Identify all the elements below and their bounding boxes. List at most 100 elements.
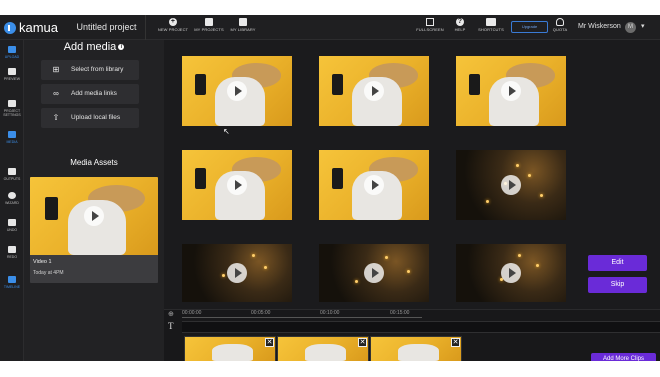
fullscreen-button[interactable]: FULLSCREEN	[416, 18, 444, 38]
cloud-icon	[556, 18, 564, 26]
timeline-clip[interactable]: ✕	[370, 336, 462, 361]
rail-label-upload: UPLOAD	[4, 55, 20, 59]
fullscreen-icon	[426, 18, 434, 26]
help-button[interactable]: ? HELP	[451, 18, 469, 38]
close-icon[interactable]: ✕	[265, 338, 274, 347]
video-tile[interactable]	[182, 56, 292, 126]
video-camera-icon	[8, 168, 16, 175]
tick-label: 00:10:00	[320, 310, 340, 316]
text-track-icon[interactable]: T	[168, 321, 174, 331]
add-media-links-label: Add media links	[71, 90, 117, 97]
add-media-links-button[interactable]: ∞ Add media links	[41, 84, 139, 104]
tick-label: 00:15:00	[390, 310, 410, 316]
rail-item-project-settings[interactable]: PROJECT SETTINGS	[0, 100, 24, 117]
rail-item-upload[interactable]: UPLOAD	[0, 46, 24, 59]
video-tile[interactable]	[456, 56, 566, 126]
asset-date: Today at 4PM	[33, 270, 64, 276]
video-tile[interactable]	[456, 244, 566, 302]
media-asset-card[interactable]: Video 1 Today at 4PM	[30, 177, 158, 283]
play-icon[interactable]	[501, 175, 521, 195]
add-more-clips-button[interactable]: Add More Clips	[591, 353, 656, 361]
rail-item-undo[interactable]: UNDO	[0, 219, 24, 232]
video-tile[interactable]	[319, 56, 429, 126]
new-project-button[interactable]: + NEW PROJECT	[157, 18, 189, 38]
upload-local-files-label: Upload local files	[71, 114, 121, 121]
user-name[interactable]: Mr Wiskerson	[578, 23, 621, 30]
quota-button[interactable]: QUOTA	[551, 18, 569, 38]
avatar[interactable]: M	[625, 22, 636, 33]
bokeh-light	[516, 164, 519, 167]
select-from-library-button[interactable]: ⊞ Select from library	[41, 60, 139, 80]
close-icon[interactable]: ✕	[358, 338, 367, 347]
timeline-ruler[interactable]: 00:00:00 00:05:00 00:10:00 00:15:00	[182, 310, 582, 318]
my-library-label: MY LIBRARY	[230, 27, 256, 32]
rail-item-redo[interactable]: REDO	[0, 246, 24, 259]
timeline-clip[interactable]: ✕	[184, 336, 276, 361]
my-projects-label: MY PROJECTS	[194, 27, 224, 32]
play-icon[interactable]	[364, 175, 384, 195]
tile-phone	[195, 167, 207, 189]
new-project-label: NEW PROJECT	[157, 27, 189, 32]
timeline-clip[interactable]: ✕	[277, 336, 369, 361]
bokeh-light	[264, 266, 267, 269]
tile-phone	[195, 73, 207, 95]
tile-phone	[469, 73, 481, 95]
text-track[interactable]	[182, 321, 660, 333]
play-icon[interactable]	[364, 263, 384, 283]
logo-mark-icon	[4, 21, 16, 34]
video-tile[interactable]	[182, 150, 292, 220]
rail-item-preview[interactable]: PREVIEW	[0, 68, 24, 81]
redo-icon	[8, 246, 16, 253]
video-tile[interactable]	[319, 150, 429, 220]
play-icon[interactable]	[227, 263, 247, 283]
video-tile[interactable]	[456, 150, 566, 220]
tick-label: 00:05:00	[251, 310, 271, 316]
thumbnail-phone	[45, 196, 59, 220]
rail-item-media[interactable]: MEDIA	[0, 131, 24, 144]
chevron-down-icon[interactable]: ▾	[641, 22, 645, 30]
project-title[interactable]: Untitled project	[68, 15, 146, 40]
logo-text: kamua	[19, 20, 59, 35]
video-tile[interactable]	[182, 244, 292, 302]
help-label: HELP	[454, 27, 466, 32]
play-icon[interactable]	[227, 175, 247, 195]
zoom-icon[interactable]: ⊕	[168, 310, 174, 318]
play-icon[interactable]	[364, 81, 384, 101]
play-icon[interactable]	[227, 81, 247, 101]
panel-title: Add media i	[24, 41, 164, 53]
rail-item-wizard[interactable]: WIZARD	[0, 192, 24, 205]
my-projects-button[interactable]: MY PROJECTS	[193, 18, 225, 38]
rail-item-outputs[interactable]: OUTPUTS	[0, 168, 24, 181]
clip-person	[398, 344, 439, 361]
editor-app: kamua Untitled project + NEW PROJECT MY …	[0, 15, 660, 361]
clip-person	[212, 344, 253, 361]
skip-button[interactable]: Skip	[588, 277, 647, 293]
play-icon[interactable]	[84, 206, 104, 226]
info-icon[interactable]: i	[118, 44, 125, 51]
video-tile[interactable]	[319, 244, 429, 302]
add-media-panel: Add media i ⊞ Select from library ∞ Add m…	[24, 40, 164, 361]
left-rail: UPLOAD PREVIEW PROJECT SETTINGS MEDIA OU…	[0, 40, 24, 361]
edit-button[interactable]: Edit	[588, 255, 647, 271]
clip-person	[305, 344, 346, 361]
play-icon[interactable]	[501, 263, 521, 283]
select-from-library-label: Select from library	[71, 66, 124, 73]
quota-label: QUOTA	[552, 27, 568, 32]
rail-label-media: MEDIA	[6, 140, 18, 144]
play-icon[interactable]	[501, 81, 521, 101]
timeline: ⊕ 00:00:00 00:05:00 00:10:00 00:15:00 T …	[164, 309, 660, 361]
help-icon: ?	[456, 18, 464, 26]
wizard-icon	[8, 192, 16, 199]
plus-icon: +	[169, 18, 177, 26]
rail-label-timeline: TIMELINE	[3, 285, 21, 289]
bokeh-light	[252, 254, 255, 257]
kamua-logo[interactable]: kamua	[4, 20, 58, 35]
my-library-button[interactable]: MY LIBRARY	[228, 18, 258, 38]
tile-phone	[332, 167, 344, 189]
upgrade-button[interactable]: Upgrade	[511, 21, 548, 33]
rail-item-timeline[interactable]: TIMELINE	[0, 276, 24, 289]
close-icon[interactable]: ✕	[451, 338, 460, 347]
link-icon: ∞	[53, 89, 59, 98]
upload-local-files-button[interactable]: ⇧ Upload local files	[41, 108, 139, 128]
shortcuts-button[interactable]: SHORTCUTS	[477, 18, 505, 38]
